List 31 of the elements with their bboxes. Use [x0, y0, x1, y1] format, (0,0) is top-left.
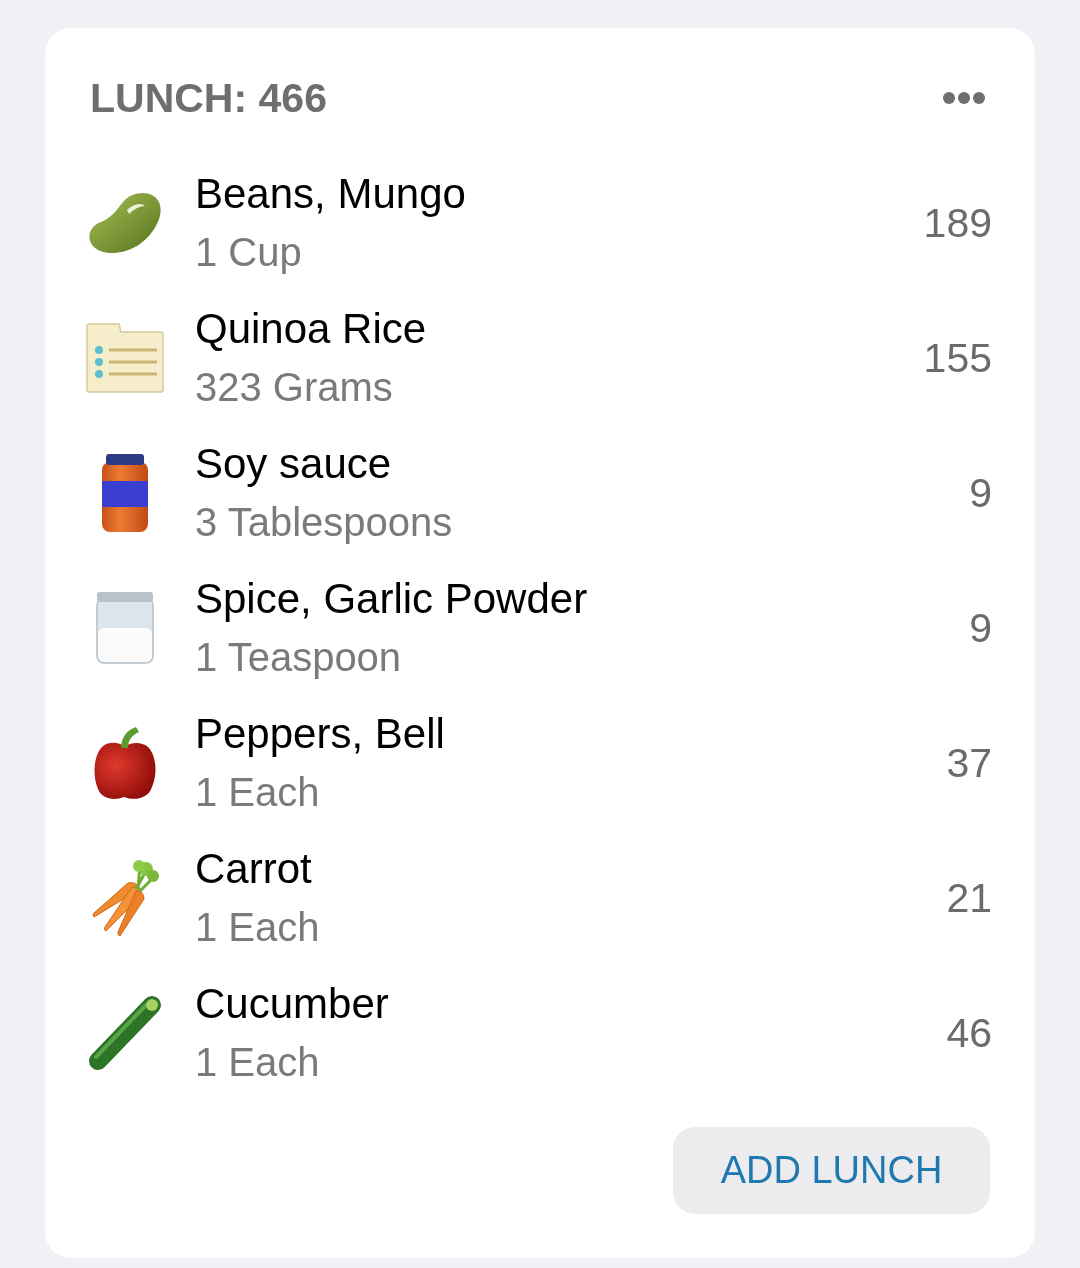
food-amount: 1 Each	[195, 768, 321, 816]
jar-icon	[100, 453, 150, 532]
bell-pepper-icon	[92, 724, 158, 801]
calorie-count: 9	[969, 468, 992, 518]
calorie-count: 189	[923, 198, 992, 248]
food-amount: 3 Tablespoons	[195, 498, 454, 546]
more-icon	[943, 92, 985, 104]
food-amount: 1 Cup	[195, 228, 303, 276]
list-document-icon	[85, 321, 165, 394]
calorie-count: 21	[946, 873, 992, 923]
calorie-count: 37	[946, 738, 992, 788]
calorie-count: 155	[923, 333, 992, 383]
meal-title: LUNCH: 466	[90, 76, 327, 120]
more-button[interactable]	[943, 92, 985, 104]
shaker-jar-icon	[96, 591, 154, 664]
food-name: Spice, Garlic Powder	[195, 573, 589, 624]
calorie-count: 9	[969, 603, 992, 653]
food-name: Carrot	[195, 843, 313, 894]
add-lunch-button[interactable]: ADD LUNCH	[673, 1127, 990, 1214]
food-name: Quinoa Rice	[195, 303, 428, 354]
food-amount: 1 Teaspoon	[195, 633, 403, 681]
calorie-count: 46	[946, 1008, 992, 1058]
food-amount: 1 Each	[195, 903, 321, 951]
food-name: Soy sauce	[195, 438, 393, 489]
carrot-icon	[90, 858, 160, 937]
cucumber-icon	[88, 994, 162, 1071]
food-amount: 1 Each	[195, 1038, 321, 1086]
food-name: Cucumber	[195, 978, 390, 1029]
food-name: Peppers, Bell	[195, 708, 446, 759]
food-amount: 323 Grams	[195, 363, 394, 411]
food-name: Beans, Mungo	[195, 168, 467, 219]
